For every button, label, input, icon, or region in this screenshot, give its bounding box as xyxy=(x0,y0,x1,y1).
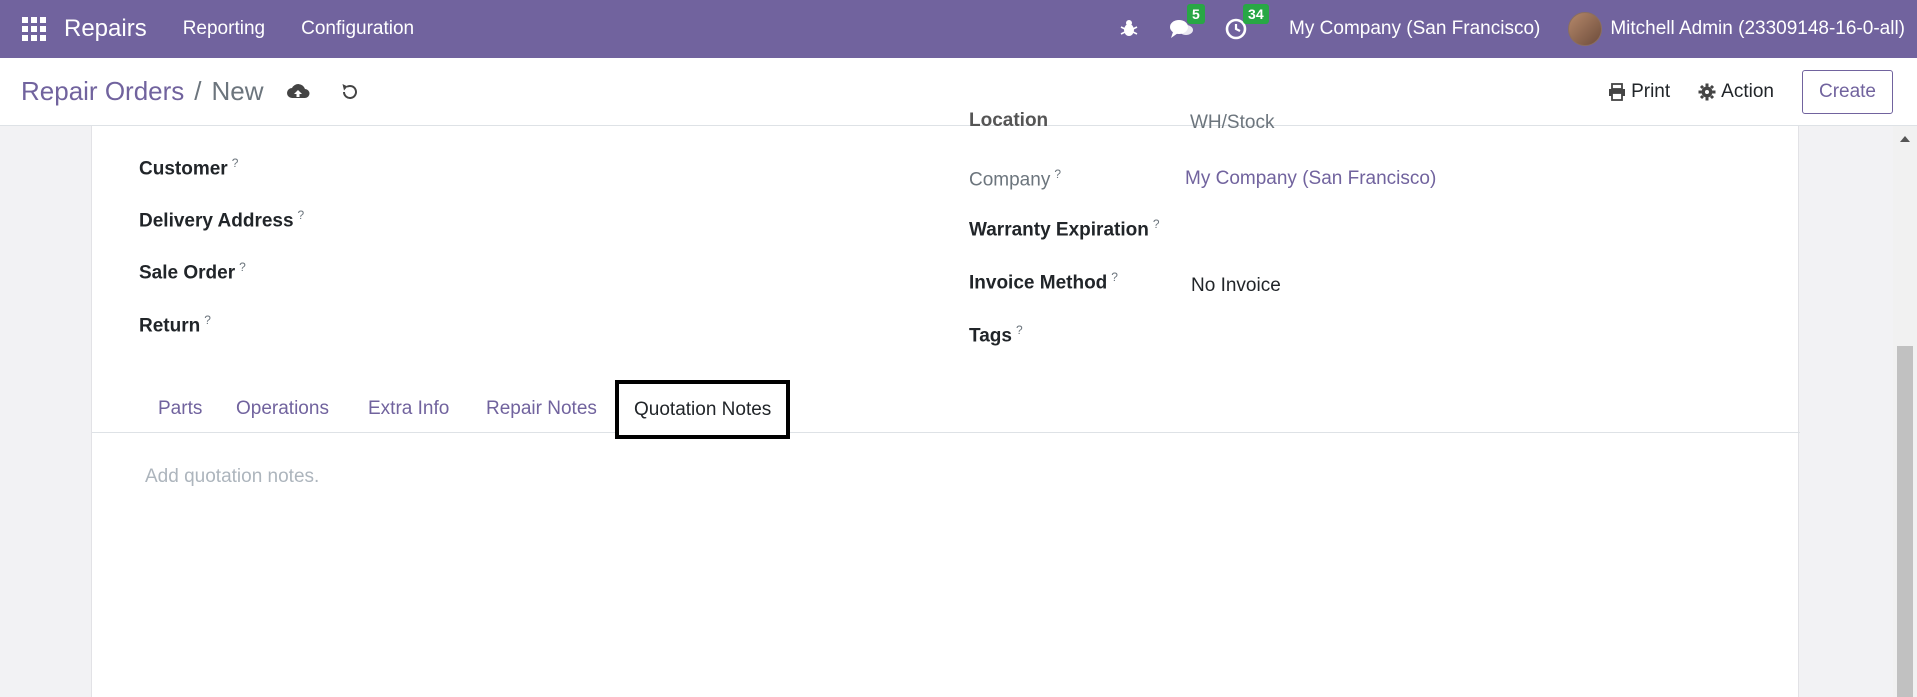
invoice-method-label: Invoice Method? xyxy=(969,270,1118,294)
breadcrumb: Repair Orders / New xyxy=(21,76,264,107)
help-icon[interactable]: ? xyxy=(298,208,305,222)
activities-count-badge: 34 xyxy=(1243,4,1269,24)
tab-operations[interactable]: Operations xyxy=(236,385,329,433)
print-label: Print xyxy=(1631,81,1671,102)
activities-clock-icon[interactable]: 34 xyxy=(1225,4,1269,40)
app-brand[interactable]: Repairs xyxy=(64,15,147,43)
vertical-scrollbar[interactable] xyxy=(1893,126,1917,697)
action-button[interactable]: Action xyxy=(1698,81,1774,103)
customer-label: Customer? xyxy=(139,156,239,180)
print-button[interactable]: Print xyxy=(1608,81,1670,103)
tags-label: Tags? xyxy=(969,323,1023,347)
tab-repair-notes[interactable]: Repair Notes xyxy=(486,385,597,433)
company-value[interactable]: My Company (San Francisco) xyxy=(1185,168,1436,190)
help-icon[interactable]: ? xyxy=(1153,217,1160,231)
user-menu[interactable]: Mitchell Admin (23309148-16-0-all) xyxy=(1610,18,1905,40)
menu-reporting[interactable]: Reporting xyxy=(183,18,265,40)
help-icon[interactable]: ? xyxy=(1111,270,1118,284)
company-label: Company? xyxy=(969,167,1062,191)
scrollbar-thumb[interactable] xyxy=(1897,346,1913,697)
tab-extra-info[interactable]: Extra Info xyxy=(368,385,449,433)
menu-configuration[interactable]: Configuration xyxy=(301,18,414,40)
scroll-up-arrow-icon[interactable] xyxy=(1900,136,1910,142)
location-value[interactable]: WH/Stock xyxy=(1190,112,1274,134)
print-icon xyxy=(1609,83,1626,101)
tab-parts[interactable]: Parts xyxy=(158,385,202,433)
help-icon[interactable]: ? xyxy=(204,313,211,327)
user-avatar[interactable] xyxy=(1568,12,1603,46)
create-button[interactable]: Create xyxy=(1801,70,1893,114)
help-icon[interactable]: ? xyxy=(1016,323,1023,337)
breadcrumb-separator: / xyxy=(194,76,202,106)
help-icon[interactable]: ? xyxy=(1054,167,1061,181)
sale-order-label: Sale Order? xyxy=(139,260,246,284)
action-label: Action xyxy=(1721,81,1774,102)
breadcrumb-parent[interactable]: Repair Orders xyxy=(21,76,184,107)
save-cloud-icon[interactable] xyxy=(286,82,310,102)
debug-bug-icon[interactable] xyxy=(1119,19,1139,39)
notebook-tabs: Parts Operations Extra Info Repair Notes… xyxy=(92,380,1800,439)
control-panel: Repair Orders / New Print Action Create xyxy=(0,58,1917,126)
delivery-address-label: Delivery Address? xyxy=(139,208,305,232)
discard-undo-icon[interactable] xyxy=(340,82,360,102)
apps-menu-icon[interactable] xyxy=(22,17,46,41)
return-label: Return? xyxy=(139,313,211,337)
location-label: Location xyxy=(969,110,1049,131)
gear-icon xyxy=(1698,83,1716,101)
help-icon[interactable]: ? xyxy=(232,156,239,170)
top-navbar: Repairs Reporting Configuration 5 34 My … xyxy=(0,0,1917,58)
tab-quotation-notes[interactable]: Quotation Notes xyxy=(615,380,791,439)
help-icon[interactable]: ? xyxy=(239,260,246,274)
company-switcher[interactable]: My Company (San Francisco) xyxy=(1289,18,1540,40)
messages-count-badge: 5 xyxy=(1187,4,1205,24)
messages-icon[interactable]: 5 xyxy=(1169,4,1205,40)
warranty-expiration-label: Warranty Expiration? xyxy=(969,217,1160,241)
invoice-method-select[interactable]: No Invoice xyxy=(1191,275,1281,297)
breadcrumb-current: New xyxy=(211,76,264,106)
form-sheet: Location WH/Stock Customer? Delivery Add… xyxy=(91,110,1800,697)
quotation-notes-editor[interactable]: Add quotation notes. xyxy=(145,466,319,488)
